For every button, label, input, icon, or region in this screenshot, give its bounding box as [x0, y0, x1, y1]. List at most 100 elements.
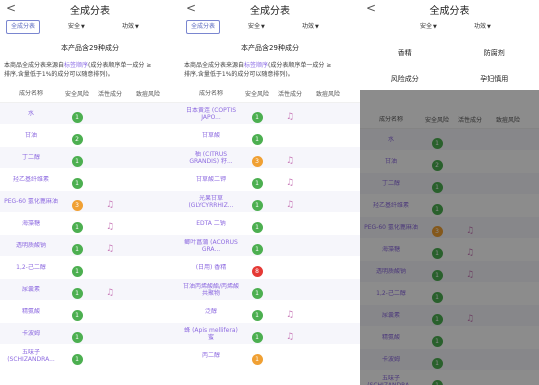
- ingredient-name[interactable]: 精氨酸: [0, 308, 62, 315]
- filter-effect-button[interactable]: 功效▼: [470, 20, 495, 34]
- ingredient-name[interactable]: 五味子 (SCHIZANDRA...: [0, 349, 62, 363]
- table-row[interactable]: 五味子 (SCHIZANDRA... 1: [0, 345, 180, 367]
- ingredient-name[interactable]: EDTA 二钠: [180, 220, 242, 227]
- safety-cell: 1: [62, 148, 92, 167]
- ingredient-name[interactable]: 甘草酸二钾: [180, 176, 242, 183]
- filter-option-preservative[interactable]: 防腐剂: [450, 48, 539, 58]
- table-row[interactable]: PEG-60 氢化蓖麻油 3 ♫: [0, 191, 180, 213]
- ingredient-name[interactable]: 泛醇: [180, 308, 242, 315]
- safety-cell: 1: [62, 346, 92, 365]
- ingredient-name[interactable]: 1,2-己二醇: [0, 264, 62, 271]
- ingredient-name[interactable]: 甘油丙烯酸酯/丙烯酸共聚物: [180, 283, 242, 297]
- ingredient-name[interactable]: 卡波姆: [0, 330, 62, 337]
- table-row[interactable]: 透明质酸钠 1 ♫: [0, 235, 180, 257]
- active-ingredient-icon: ♫: [285, 178, 295, 188]
- ingredient-name[interactable]: 海藻糖: [0, 220, 62, 227]
- table-row[interactable]: 1,2-己二醇 1: [0, 257, 180, 279]
- filter-all-button[interactable]: [362, 20, 372, 34]
- table-row[interactable]: (日用) 香精 8: [180, 257, 360, 279]
- nav-bar: < 全成分表: [0, 0, 180, 17]
- ingredient-name[interactable]: 甘草酸: [180, 132, 242, 139]
- filter-safety-button[interactable]: 安全▼: [244, 20, 269, 34]
- safety-cell: 1: [242, 346, 272, 365]
- table-row[interactable]: 甘草酸 1: [180, 125, 360, 147]
- ingredient-name[interactable]: 丁二醇: [0, 154, 62, 161]
- active-ingredient-icon: ♫: [105, 200, 115, 210]
- filter-all-button[interactable]: 全成分表: [6, 20, 41, 34]
- filter-safety-label: 安全: [248, 23, 261, 30]
- ingredient-name[interactable]: 日本黄连 (COPTIS JAPO...: [180, 107, 242, 121]
- table-row[interactable]: 丁二醇 1: [0, 147, 180, 169]
- table-row[interactable]: EDTA 二钠 1: [180, 213, 360, 235]
- filter-bar: 安全▼ 功效▼: [360, 17, 539, 37]
- safety-cell: 1: [62, 170, 92, 189]
- safety-cell: 1: [62, 324, 92, 343]
- safety-level-badge: 8: [251, 266, 263, 277]
- table-row[interactable]: 光果甘草 (GLYCYRRHIZ... 1 ♫: [180, 191, 360, 213]
- ingredient-name[interactable]: 羟乙基纤维素: [0, 176, 62, 183]
- filter-effect-button[interactable]: 功效▼: [298, 20, 323, 34]
- label-order-link[interactable]: 标签顺序: [244, 62, 268, 69]
- note-post: (成分表顺序单一成分 ≥: [88, 62, 152, 69]
- ingredient-name[interactable]: 光果甘草 (GLYCYRRHIZ...: [180, 195, 242, 209]
- table-row[interactable]: 甘草酸二钾 1 ♫: [180, 169, 360, 191]
- safety-cell: 1: [242, 280, 272, 299]
- ingredient-name[interactable]: 甘油: [0, 132, 62, 139]
- ingredient-name[interactable]: 鲫叶菖蒲 (ACORUS GRA...: [180, 239, 242, 253]
- table-row[interactable]: 蜂 (Apis mellifera) 蜜 1 ♫: [180, 323, 360, 345]
- table-row[interactable]: 卡波姆 1: [0, 323, 180, 345]
- safety-level-badge: 3: [251, 156, 263, 167]
- nav-bar: < 全成分表: [360, 0, 539, 17]
- filter-option-pregnancy[interactable]: 孕妇慎用: [450, 74, 539, 84]
- page-title: 全成分表: [70, 6, 110, 17]
- filter-bar: 全成分表 安全▼ 功效▼: [180, 17, 360, 37]
- table-row[interactable]: 甘油丙烯酸酯/丙烯酸共聚物 1: [180, 279, 360, 301]
- table-row[interactable]: 水1: [0, 103, 180, 125]
- ingredient-rows: 水 1 甘油 2 丁二醇 1 羟乙基纤维素 1 PEG-60 氢化蓖麻油 3 ♫ 海藻糖 1 ♫ 透明质酸钠…: [0, 103, 180, 367]
- safety-level-badge: 1: [251, 200, 263, 211]
- ingredient-name[interactable]: PEG-60 氢化蓖麻油: [0, 198, 62, 205]
- active-ingredient-icon: ♫: [285, 156, 295, 166]
- filter-option-fragrance[interactable]: 香精: [360, 48, 450, 58]
- filter-all-button[interactable]: 全成分表: [186, 20, 221, 34]
- filter-effect-label: 功效: [302, 23, 315, 30]
- ingredient-name[interactable]: 柚 (CITRUS GRANDIS) 籽...: [180, 151, 242, 165]
- filter-safety-button[interactable]: 安全▼: [416, 20, 441, 34]
- safety-level-badge: 1: [71, 222, 83, 233]
- table-row[interactable]: 海藻糖 1 ♫: [0, 213, 180, 235]
- table-row[interactable]: 甘油 2: [0, 125, 180, 147]
- dim-overlay[interactable]: [360, 90, 539, 385]
- ingredient-rows: 日本黄连 (COPTIS JAPO... 1 ♫ 甘草酸 1 柚 (CITRUS GRAN…: [180, 103, 360, 367]
- safety-cell: 1: [242, 302, 272, 321]
- table-row[interactable]: 泛醇 1 ♫: [180, 301, 360, 323]
- ingredient-count: 本产品含29种成分: [61, 44, 119, 52]
- ingredient-name[interactable]: (日用) 香精: [180, 264, 242, 271]
- filter-option-row: 香精 防腐剂: [360, 43, 539, 63]
- filter-bar: 全成分表 安全▼ 功效▼: [0, 17, 180, 37]
- filter-effect-button[interactable]: 功效▼: [118, 20, 143, 34]
- table-row[interactable]: 日本黄连 (COPTIS JAPO... 1 ♫: [180, 103, 360, 125]
- table-row[interactable]: 羟乙基纤维素 1: [0, 169, 180, 191]
- filter-safety-button[interactable]: 安全▼: [64, 20, 89, 34]
- table-row[interactable]: 尿囊素 1 ♫: [0, 279, 180, 301]
- active-ingredient-icon: ♫: [105, 222, 115, 232]
- table-header: 成分名称 安全风险 活性成分 致痘风险: [0, 85, 180, 103]
- safety-cell: 8: [242, 258, 272, 277]
- table-row[interactable]: 鲫叶菖蒲 (ACORUS GRA... 1: [180, 235, 360, 257]
- table-row[interactable]: 丙二醇 1: [180, 345, 360, 367]
- filter-option-risk[interactable]: 风险成分: [360, 74, 450, 84]
- ingredient-name[interactable]: 丙二醇: [180, 352, 242, 359]
- table-row[interactable]: 精氨酸 1: [0, 301, 180, 323]
- ingredient-name[interactable]: 尿囊素: [0, 286, 62, 293]
- active-ingredient-icon: ♫: [285, 200, 295, 210]
- ingredient-name[interactable]: 透明质酸钠: [0, 242, 62, 249]
- ingredient-name[interactable]: 水: [0, 110, 62, 117]
- ingredient-name[interactable]: 蜂 (Apis mellifera) 蜜: [180, 327, 242, 341]
- safety-level-badge: 1: [71, 288, 83, 299]
- safety-level-badge: 1: [251, 244, 263, 255]
- safety-cell: 1: [62, 302, 92, 321]
- table-row[interactable]: 柚 (CITRUS GRANDIS) 籽... 3 ♫: [180, 147, 360, 169]
- label-order-link[interactable]: 标签顺序: [64, 62, 88, 69]
- active-cell: ♫: [272, 302, 308, 321]
- source-note: 本商品全成分表来源自标签顺序(成分表顺序单一成分 ≥ 排序,含量低于1%的成分可…: [0, 59, 180, 85]
